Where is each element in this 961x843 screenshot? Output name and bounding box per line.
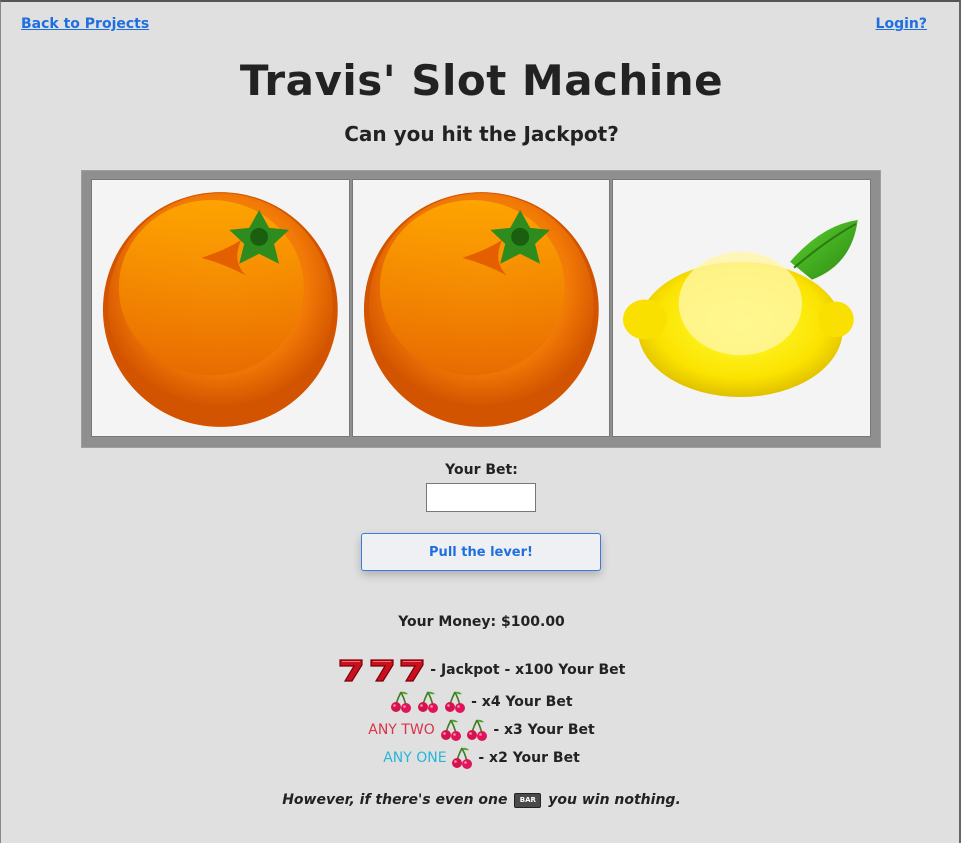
cherry-icon bbox=[451, 746, 473, 770]
reel-1 bbox=[91, 179, 350, 437]
payout-one-text: - x2 Your Bet bbox=[478, 750, 580, 766]
orange-icon bbox=[353, 180, 610, 436]
bar-icon: BAR bbox=[514, 792, 542, 808]
seven-icon bbox=[369, 657, 395, 683]
cherry-icon bbox=[390, 690, 412, 714]
bet-label: Your Bet: bbox=[445, 462, 518, 478]
orange-icon bbox=[92, 180, 349, 436]
payout-jackpot-text: - Jackpot - x100 Your Bet bbox=[430, 662, 626, 678]
cherry-icon bbox=[440, 718, 462, 742]
pull-lever-button[interactable]: Pull the lever! bbox=[361, 533, 601, 571]
disclaimer-before: However, if there's even one bbox=[282, 792, 508, 808]
cherry-icon bbox=[444, 690, 466, 714]
cherry-icon bbox=[417, 690, 439, 714]
payout-three-cherries: - x4 Your Bet bbox=[1, 690, 961, 714]
any-one-label: ANY ONE bbox=[383, 750, 447, 766]
seven-icon bbox=[338, 657, 364, 683]
any-two-label: ANY TWO bbox=[368, 722, 435, 738]
page-title: Travis' Slot Machine bbox=[239, 56, 724, 105]
back-to-projects-link[interactable]: Back to Projects bbox=[21, 16, 149, 32]
lemon-icon bbox=[613, 180, 870, 436]
payout-two-text: - x3 Your Bet bbox=[493, 722, 595, 738]
payout-any-two: ANY TWO - x3 Your Bet bbox=[1, 718, 961, 742]
page-subtitle: Can you hit the Jackpot? bbox=[344, 122, 619, 146]
reel-3 bbox=[612, 179, 872, 437]
disclaimer-after: you win nothing. bbox=[548, 792, 681, 808]
login-link[interactable]: Login? bbox=[876, 16, 927, 32]
payout-jackpot: - Jackpot - x100 Your Bet bbox=[1, 657, 961, 683]
reel-2 bbox=[351, 179, 611, 437]
money-display: Your Money: $100.00 bbox=[398, 614, 565, 630]
slot-reels bbox=[81, 170, 881, 448]
cherry-icon bbox=[466, 718, 488, 742]
bar-disclaimer: However, if there's even one BAR you win… bbox=[1, 792, 961, 808]
seven-icon bbox=[399, 657, 425, 683]
payout-three-text: - x4 Your Bet bbox=[471, 694, 573, 710]
payout-any-one: ANY ONE - x2 Your Bet bbox=[1, 746, 961, 770]
bet-input[interactable] bbox=[426, 483, 536, 512]
